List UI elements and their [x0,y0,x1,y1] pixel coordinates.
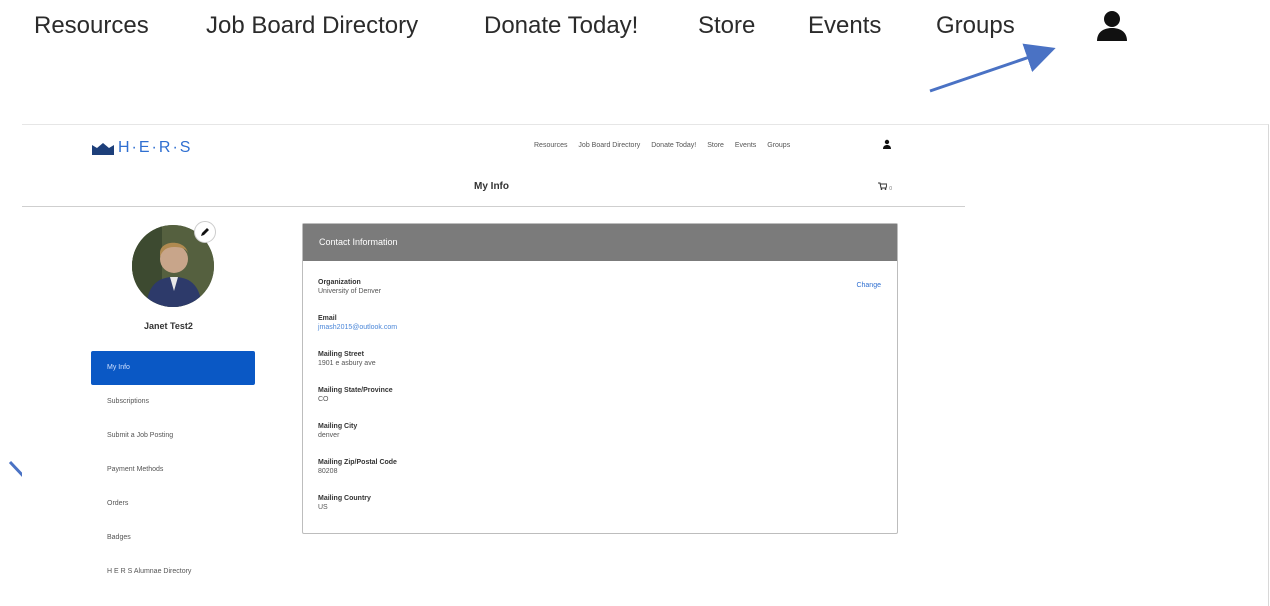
contact-info-card: Contact Information Change Organization … [302,223,898,534]
small-nav-job-board[interactable]: Job Board Directory [578,142,640,149]
small-nav: Resources Job Board Directory Donate Tod… [534,142,799,149]
nav-store[interactable]: Store [698,12,755,40]
field-email: Email jmash2015@outlook.com [318,314,397,350]
edit-avatar-button[interactable] [194,221,216,243]
field-value: 1901 e asbury ave [318,360,376,367]
nav-job-board-directory[interactable]: Job Board Directory [206,12,418,40]
field-label: Mailing Zip/Postal Code [318,459,397,466]
field-label: Mailing City [318,423,358,430]
header-divider [22,206,965,207]
contact-fields: Organization University of Denver Email … [318,278,397,530]
nav-donate-today[interactable]: Donate Today! [484,12,638,40]
field-mailing-state: Mailing State/Province CO [318,386,397,422]
field-label: Organization [318,279,361,286]
field-mailing-street: Mailing Street 1901 e asbury ave [318,350,397,386]
field-label: Mailing Street [318,351,364,358]
field-mailing-city: Mailing City denver [318,422,397,458]
page-title: My Info [474,181,509,192]
email-link[interactable]: jmash2015@outlook.com [318,323,397,333]
change-link[interactable]: Change [856,282,881,289]
small-nav-resources[interactable]: Resources [534,142,567,149]
field-label: Email [318,315,337,322]
field-mailing-country: Mailing Country US [318,494,397,530]
side-item-my-info[interactable]: My Info [91,351,255,385]
small-user-icon[interactable] [882,139,892,149]
field-value: University of Denver [318,288,382,295]
side-item-payment-methods[interactable]: Payment Methods [91,453,255,487]
user-icon[interactable] [1094,8,1130,44]
field-value: denver [318,432,340,439]
nav-groups[interactable]: Groups [936,12,1015,40]
contact-info-heading: Contact Information [303,224,897,261]
field-label: Mailing Country [318,495,371,502]
field-organization: Organization University of Denver [318,278,397,314]
hers-logo[interactable]: H·E·R·S [92,139,192,157]
logo-text: H·E·R·S [118,139,193,156]
side-item-alumnae-directory[interactable]: H E R S Alumnae Directory [91,555,255,589]
field-value: US [318,504,328,511]
nav-events[interactable]: Events [808,12,881,40]
small-nav-donate[interactable]: Donate Today! [651,142,696,149]
field-mailing-zip: Mailing Zip/Postal Code 80208 [318,458,397,494]
small-nav-events[interactable]: Events [735,142,756,149]
field-label: Mailing State/Province [318,387,393,394]
field-value: CO [318,396,329,403]
small-nav-store[interactable]: Store [707,142,724,149]
logo-mark-icon [92,143,114,155]
pencil-icon [201,228,209,236]
cart-button[interactable]: 0 [878,182,892,192]
small-nav-groups[interactable]: Groups [767,142,790,149]
top-nav-zoomed: Resources Job Board Directory Donate Tod… [0,0,1270,60]
side-item-badges[interactable]: Badges [91,521,255,555]
user-name: Janet Test2 [144,321,193,331]
cart-icon [878,182,888,190]
embedded-page: H·E·R·S Resources Job Board Directory Do… [22,124,1269,606]
nav-resources[interactable]: Resources [34,12,149,40]
field-value: 80208 [318,468,338,475]
cart-count: 0 [889,186,893,192]
side-menu: My Info Subscriptions Submit a Job Posti… [91,351,255,589]
side-item-submit-job-posting[interactable]: Submit a Job Posting [91,419,255,453]
side-item-orders[interactable]: Orders [91,487,255,521]
side-item-subscriptions[interactable]: Subscriptions [91,385,255,419]
